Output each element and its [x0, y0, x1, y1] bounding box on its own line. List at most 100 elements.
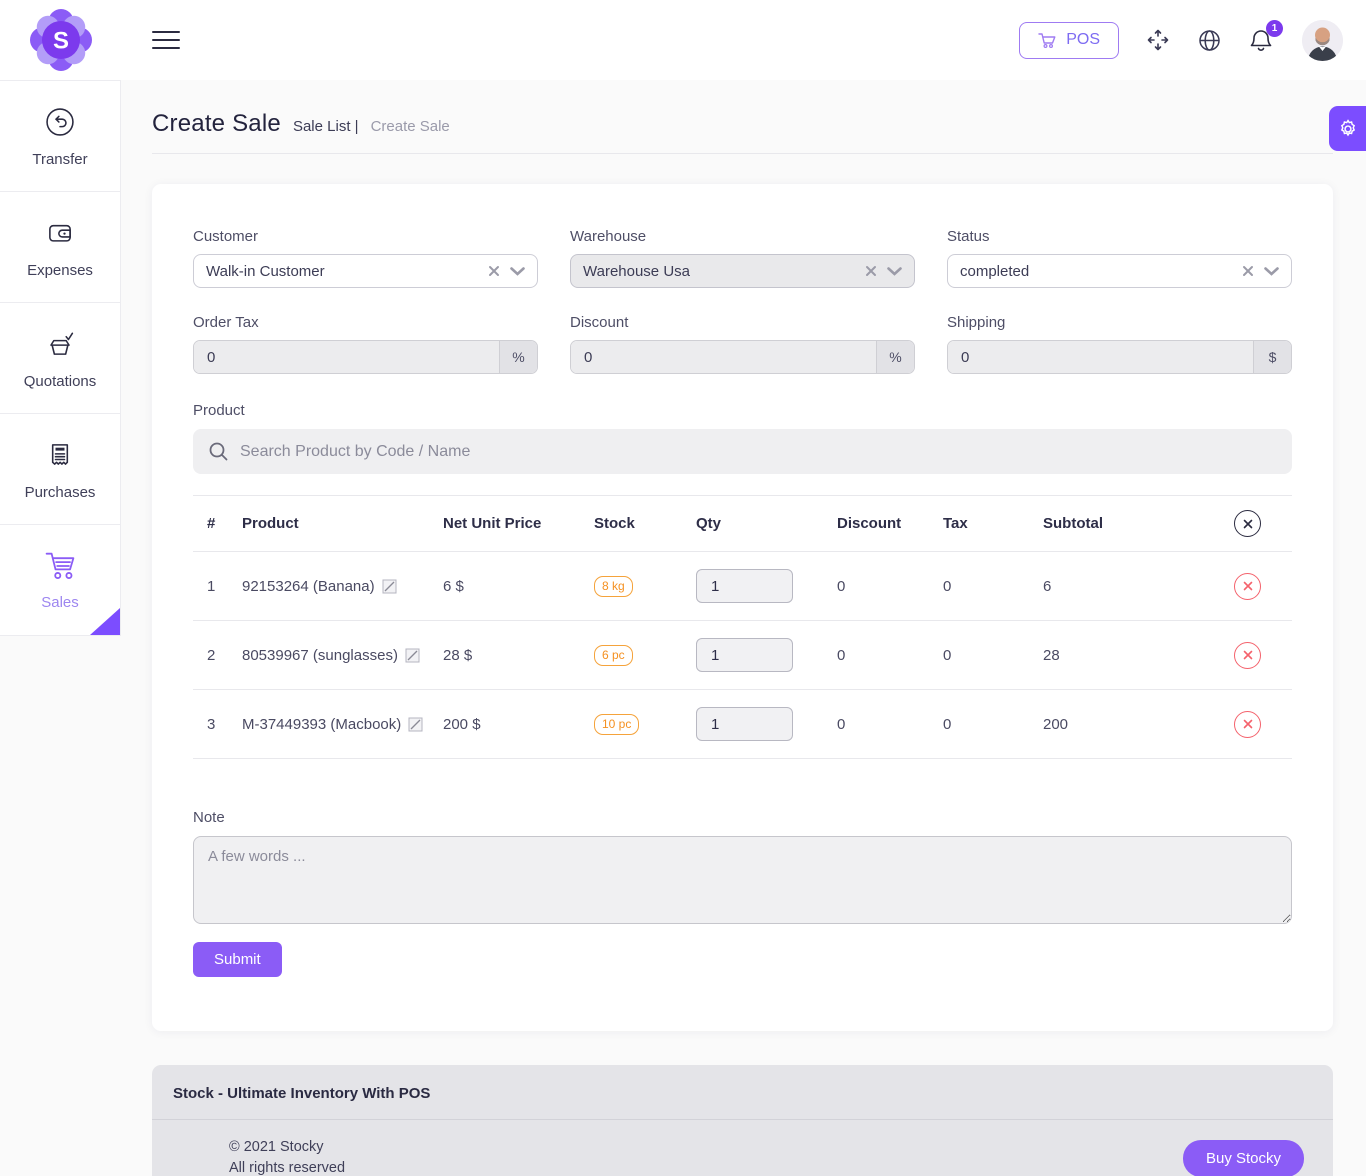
remove-row-button[interactable] — [1234, 711, 1261, 738]
order-tax-label: Order Tax — [193, 314, 538, 331]
product-label: Product — [193, 402, 1292, 419]
settings-fab-button[interactable] — [1329, 106, 1366, 151]
row-tax: 0 — [943, 716, 1043, 733]
notifications-button[interactable]: 1 — [1248, 27, 1274, 54]
page-title: Create Sale — [152, 110, 281, 138]
pos-button-label: POS — [1066, 31, 1100, 49]
customer-value: Walk-in Customer — [206, 263, 488, 280]
pos-button[interactable]: POS — [1019, 22, 1119, 59]
wallet-icon — [42, 215, 78, 251]
active-corner-marker — [90, 608, 120, 635]
clear-all-button[interactable] — [1234, 510, 1261, 537]
logo[interactable]: S — [0, 9, 121, 71]
chevron-down-icon[interactable] — [510, 267, 525, 276]
shipping-label: Shipping — [947, 314, 1292, 331]
discount-input[interactable] — [571, 341, 876, 373]
stocky-logo-icon: S — [30, 9, 92, 71]
status-label: Status — [947, 228, 1292, 245]
discount-label: Discount — [570, 314, 915, 331]
breadcrumb: Create Sale Sale List | Create Sale — [152, 110, 1333, 138]
breadcrumb-sale-list[interactable]: Sale List | — [293, 118, 359, 135]
shipping-input[interactable] — [948, 341, 1253, 373]
stock-badge: 10 pc — [594, 714, 639, 735]
sidebar-item-expenses[interactable]: Expenses — [0, 192, 120, 303]
search-icon — [208, 441, 229, 462]
sidebar-item-sales[interactable]: Sales — [0, 525, 120, 636]
qty-input[interactable] — [696, 707, 793, 741]
warehouse-select[interactable]: Warehouse Usa — [570, 254, 915, 288]
sidebar-item-label: Purchases — [25, 484, 96, 501]
remove-row-button[interactable] — [1234, 642, 1261, 669]
footer: Stock - Ultimate Inventory With POS © 20… — [152, 1065, 1333, 1176]
table-header-row: # Product Net Unit Price Stock Qty Disco… — [193, 495, 1292, 552]
customer-label: Customer — [193, 228, 538, 245]
basket-check-icon — [42, 326, 78, 362]
clear-icon[interactable] — [488, 265, 500, 277]
chevron-down-icon[interactable] — [887, 267, 902, 276]
user-avatar[interactable] — [1302, 20, 1343, 61]
app-root: S POS — [0, 0, 1366, 1176]
chevron-down-icon[interactable] — [1264, 267, 1279, 276]
submit-button[interactable]: Submit — [193, 942, 282, 977]
product-name: 80539967 (sunglasses) — [242, 647, 398, 664]
notification-badge: 1 — [1266, 20, 1283, 37]
note-textarea[interactable] — [193, 836, 1292, 924]
title-divider — [152, 153, 1333, 154]
product-name: 92153264 (Banana) — [242, 578, 375, 595]
sidebar-item-quotations[interactable]: Quotations — [0, 303, 120, 414]
clear-icon[interactable] — [865, 265, 877, 277]
discount-suffix: % — [876, 341, 914, 373]
qty-input[interactable] — [696, 569, 793, 603]
remove-row-button[interactable] — [1234, 573, 1261, 600]
warehouse-value: Warehouse Usa — [583, 263, 865, 280]
footer-copyright: © 2021 Stocky — [229, 1137, 345, 1158]
row-tax: 0 — [943, 647, 1043, 664]
sidebar-item-label: Sales — [41, 594, 79, 611]
buy-stocky-button[interactable]: Buy Stocky — [1183, 1140, 1304, 1176]
col-header-price: Net Unit Price — [443, 515, 594, 532]
product-search[interactable] — [193, 429, 1292, 474]
main-content: Create Sale Sale List | Create Sale Cust… — [121, 80, 1366, 1176]
col-header-tax: Tax — [943, 515, 1043, 532]
row-num: 2 — [193, 647, 242, 664]
table-row: 3 M-37449393 (Macbook) 200 $ 10 pc 0 0 2… — [193, 690, 1292, 759]
customer-select[interactable]: Walk-in Customer — [193, 254, 538, 288]
edit-icon[interactable] — [405, 648, 420, 663]
sale-items-table: # Product Net Unit Price Stock Qty Disco… — [193, 495, 1292, 759]
col-header-discount: Discount — [837, 515, 943, 532]
row-subtotal: 6 — [1043, 578, 1220, 595]
row-discount: 0 — [837, 647, 943, 664]
edit-icon[interactable] — [382, 579, 397, 594]
qty-input[interactable] — [696, 638, 793, 672]
sidebar: Transfer Expenses Quotations — [0, 80, 121, 636]
row-num: 3 — [193, 716, 242, 733]
sidebar-item-label: Expenses — [27, 262, 93, 279]
menu-icon[interactable] — [152, 25, 180, 55]
top-bar: S POS — [0, 0, 1366, 80]
product-search-input[interactable] — [240, 443, 1277, 461]
stock-badge: 8 kg — [594, 576, 633, 597]
sidebar-item-purchases[interactable]: Purchases — [0, 414, 120, 525]
cart-icon — [1038, 32, 1057, 49]
unit-price: 28 $ — [443, 647, 594, 664]
col-header-qty: Qty — [696, 515, 837, 532]
row-tax: 0 — [943, 578, 1043, 595]
order-tax-input[interactable] — [194, 341, 499, 373]
breadcrumb-create-sale: Create Sale — [371, 118, 450, 135]
fullscreen-icon[interactable] — [1145, 27, 1171, 53]
stock-badge: 6 pc — [594, 645, 633, 666]
row-num: 1 — [193, 578, 242, 595]
cart-icon — [41, 549, 79, 583]
unit-price: 200 $ — [443, 716, 594, 733]
footer-rights: All rights reserved — [229, 1158, 345, 1176]
globe-icon[interactable] — [1197, 28, 1222, 53]
svg-text:S: S — [53, 27, 69, 54]
col-header-product: Product — [242, 515, 443, 532]
edit-icon[interactable] — [408, 717, 423, 732]
status-value: completed — [960, 263, 1242, 280]
clear-icon[interactable] — [1242, 265, 1254, 277]
gear-icon — [1337, 118, 1359, 140]
sidebar-item-label: Transfer — [32, 151, 87, 168]
sidebar-item-transfer[interactable]: Transfer — [0, 81, 120, 192]
status-select[interactable]: completed — [947, 254, 1292, 288]
